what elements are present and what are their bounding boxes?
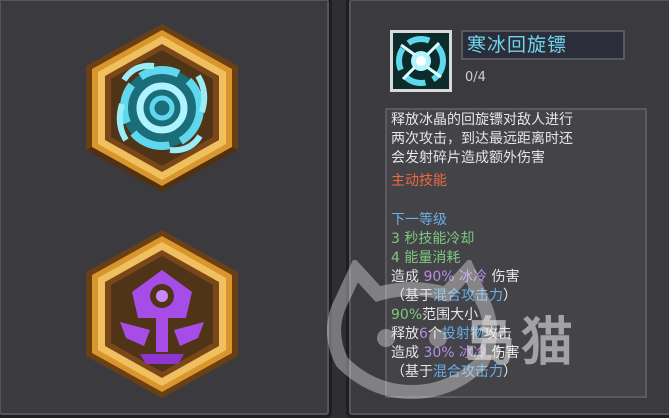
skill-type-label: 主动技能	[391, 173, 447, 189]
skill-name: 寒冰回旋镖	[461, 30, 625, 60]
description-line-1: 释放冰晶的回旋镖对敌人进行	[391, 112, 573, 128]
void-sigil-badge[interactable]	[74, 226, 250, 402]
description-line-2: 两次攻击，到达最远距离时还	[391, 131, 573, 147]
skill-icon[interactable]	[390, 30, 452, 92]
description-line-3: 会发射碎片造成额外伤害	[391, 150, 545, 166]
skill-level: 0/4	[465, 70, 486, 85]
cooldown-line: 3 秒技能冷却	[391, 231, 475, 247]
watermark-text: 岛猫	[463, 313, 580, 373]
ice-vortex-badge[interactable]	[74, 20, 250, 196]
next-level-header: 下一等级	[391, 212, 447, 228]
